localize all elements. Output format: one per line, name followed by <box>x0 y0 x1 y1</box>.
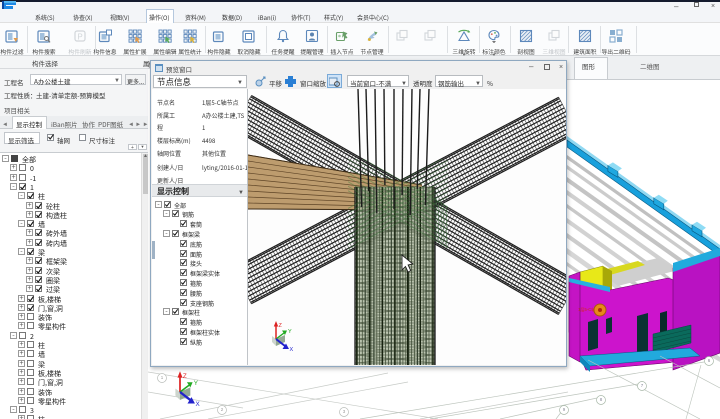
svg-text:X: X <box>290 347 294 353</box>
svg-text:Y: Y <box>288 329 292 335</box>
svg-text:P: P <box>77 33 82 42</box>
svg-text:Z: Z <box>183 373 187 380</box>
